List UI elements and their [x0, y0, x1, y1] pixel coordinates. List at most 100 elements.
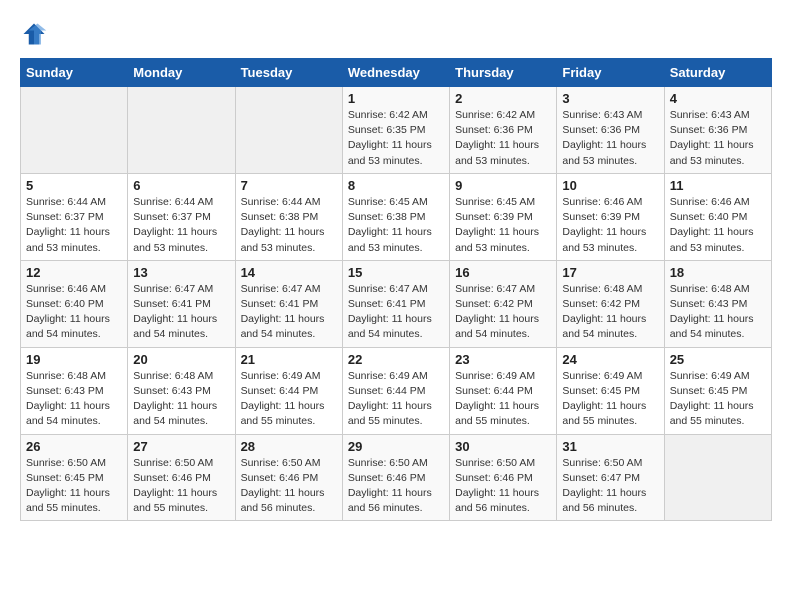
day-number: 14 [241, 265, 337, 280]
day-info: Sunrise: 6:45 AMSunset: 6:39 PMDaylight:… [455, 195, 551, 256]
day-number: 1 [348, 91, 444, 106]
calendar-week-4: 19 Sunrise: 6:48 AMSunset: 6:43 PMDayligh… [21, 347, 772, 434]
day-number: 11 [670, 178, 766, 193]
calendar-cell: 11Sunrise: 6:46 AMSunset: 6:40 PMDayligh… [664, 173, 771, 260]
day-number: 8 [348, 178, 444, 193]
day-number: 5 [26, 178, 122, 193]
day-number: 20 [133, 352, 229, 367]
weekday-header-monday: Monday [128, 59, 235, 87]
day-info: Sunrise: 6:49 AMSunset: 6:45 PMDaylight:… [670, 369, 766, 430]
day-info: Sunrise: 6:50 AMSunset: 6:45 PMDaylight:… [26, 456, 122, 517]
day-info: Sunrise: 6:47 AMSunset: 6:41 PMDaylight:… [241, 282, 337, 343]
calendar-cell: 30Sunrise: 6:50 AMSunset: 6:46 PMDayligh… [450, 434, 557, 521]
calendar-week-1: 1 Sunrise: 6:42 AMSunset: 6:35 PMDaylight… [21, 87, 772, 174]
calendar-cell: 20 Sunrise: 6:48 AMSunset: 6:43 PMDayligh… [128, 347, 235, 434]
day-info: Sunrise: 6:44 AMSunset: 6:37 PMDaylight:… [133, 195, 229, 256]
day-number: 22 [348, 352, 444, 367]
day-number: 26 [26, 439, 122, 454]
calendar-cell: 7 Sunrise: 6:44 AMSunset: 6:38 PMDaylight… [235, 173, 342, 260]
day-info: Sunrise: 6:50 AMSunset: 6:46 PMDaylight:… [455, 456, 551, 517]
day-info: Sunrise: 6:44 AMSunset: 6:37 PMDaylight:… [26, 195, 122, 256]
day-number: 4 [670, 91, 766, 106]
calendar-cell: 4 Sunrise: 6:43 AMSunset: 6:36 PMDaylight… [664, 87, 771, 174]
calendar-cell [664, 434, 771, 521]
calendar-cell: 6 Sunrise: 6:44 AMSunset: 6:37 PMDaylight… [128, 173, 235, 260]
weekday-header-wednesday: Wednesday [342, 59, 449, 87]
day-info: Sunrise: 6:48 AMSunset: 6:42 PMDaylight:… [562, 282, 658, 343]
calendar-cell: 8 Sunrise: 6:45 AMSunset: 6:38 PMDaylight… [342, 173, 449, 260]
calendar-cell: 22 Sunrise: 6:49 AMSunset: 6:44 PMDayligh… [342, 347, 449, 434]
day-info: Sunrise: 6:50 AMSunset: 6:46 PMDaylight:… [241, 456, 337, 517]
day-info: Sunrise: 6:43 AMSunset: 6:36 PMDaylight:… [562, 108, 658, 169]
day-info: Sunrise: 6:47 AMSunset: 6:42 PMDaylight:… [455, 282, 551, 343]
day-info: Sunrise: 6:46 AMSunset: 6:39 PMDaylight:… [562, 195, 658, 256]
day-number: 21 [241, 352, 337, 367]
calendar-cell: 18 Sunrise: 6:48 AMSunset: 6:43 PMDayligh… [664, 260, 771, 347]
weekday-header-sunday: Sunday [21, 59, 128, 87]
day-number: 18 [670, 265, 766, 280]
day-info: Sunrise: 6:48 AMSunset: 6:43 PMDaylight:… [133, 369, 229, 430]
calendar-cell: 31Sunrise: 6:50 AMSunset: 6:47 PMDayligh… [557, 434, 664, 521]
weekday-header-thursday: Thursday [450, 59, 557, 87]
day-number: 16 [455, 265, 551, 280]
logo-icon [20, 20, 48, 48]
calendar-table: SundayMondayTuesdayWednesdayThursdayFrid… [20, 58, 772, 521]
calendar-cell [235, 87, 342, 174]
day-number: 6 [133, 178, 229, 193]
calendar-cell [21, 87, 128, 174]
day-info: Sunrise: 6:47 AMSunset: 6:41 PMDaylight:… [133, 282, 229, 343]
day-number: 12 [26, 265, 122, 280]
calendar-cell: 9 Sunrise: 6:45 AMSunset: 6:39 PMDaylight… [450, 173, 557, 260]
day-number: 9 [455, 178, 551, 193]
day-info: Sunrise: 6:45 AMSunset: 6:38 PMDaylight:… [348, 195, 444, 256]
day-number: 19 [26, 352, 122, 367]
calendar-cell: 26 Sunrise: 6:50 AMSunset: 6:45 PMDayligh… [21, 434, 128, 521]
day-info: Sunrise: 6:49 AMSunset: 6:44 PMDaylight:… [348, 369, 444, 430]
day-info: Sunrise: 6:42 AMSunset: 6:35 PMDaylight:… [348, 108, 444, 169]
weekday-header-saturday: Saturday [664, 59, 771, 87]
calendar-body: 1 Sunrise: 6:42 AMSunset: 6:35 PMDaylight… [21, 87, 772, 521]
weekday-header-friday: Friday [557, 59, 664, 87]
day-info: Sunrise: 6:49 AMSunset: 6:44 PMDaylight:… [241, 369, 337, 430]
day-info: Sunrise: 6:46 AMSunset: 6:40 PMDaylight:… [26, 282, 122, 343]
logo [20, 20, 52, 48]
day-info: Sunrise: 6:48 AMSunset: 6:43 PMDaylight:… [26, 369, 122, 430]
calendar-cell: 14 Sunrise: 6:47 AMSunset: 6:41 PMDayligh… [235, 260, 342, 347]
day-info: Sunrise: 6:43 AMSunset: 6:36 PMDaylight:… [670, 108, 766, 169]
day-number: 29 [348, 439, 444, 454]
day-info: Sunrise: 6:49 AMSunset: 6:45 PMDaylight:… [562, 369, 658, 430]
calendar-cell [128, 87, 235, 174]
calendar-cell: 10 Sunrise: 6:46 AMSunset: 6:39 PMDayligh… [557, 173, 664, 260]
day-info: Sunrise: 6:50 AMSunset: 6:46 PMDaylight:… [348, 456, 444, 517]
calendar-cell: 28Sunrise: 6:50 AMSunset: 6:46 PMDayligh… [235, 434, 342, 521]
calendar-week-2: 5 Sunrise: 6:44 AMSunset: 6:37 PMDaylight… [21, 173, 772, 260]
day-number: 15 [348, 265, 444, 280]
calendar-cell: 5 Sunrise: 6:44 AMSunset: 6:37 PMDaylight… [21, 173, 128, 260]
calendar-cell: 1 Sunrise: 6:42 AMSunset: 6:35 PMDaylight… [342, 87, 449, 174]
weekday-header-tuesday: Tuesday [235, 59, 342, 87]
page-header [20, 20, 772, 48]
day-info: Sunrise: 6:47 AMSunset: 6:41 PMDaylight:… [348, 282, 444, 343]
day-number: 10 [562, 178, 658, 193]
day-number: 23 [455, 352, 551, 367]
calendar-cell: 16 Sunrise: 6:47 AMSunset: 6:42 PMDayligh… [450, 260, 557, 347]
day-info: Sunrise: 6:44 AMSunset: 6:38 PMDaylight:… [241, 195, 337, 256]
day-number: 17 [562, 265, 658, 280]
day-number: 2 [455, 91, 551, 106]
calendar-cell: 29 Sunrise: 6:50 AMSunset: 6:46 PMDayligh… [342, 434, 449, 521]
calendar-cell: 27Sunrise: 6:50 AMSunset: 6:46 PMDayligh… [128, 434, 235, 521]
day-info: Sunrise: 6:48 AMSunset: 6:43 PMDaylight:… [670, 282, 766, 343]
day-number: 3 [562, 91, 658, 106]
calendar-cell: 23Sunrise: 6:49 AMSunset: 6:44 PMDayligh… [450, 347, 557, 434]
calendar-cell: 3 Sunrise: 6:43 AMSunset: 6:36 PMDaylight… [557, 87, 664, 174]
calendar-cell: 21 Sunrise: 6:49 AMSunset: 6:44 PMDayligh… [235, 347, 342, 434]
day-number: 13 [133, 265, 229, 280]
day-info: Sunrise: 6:50 AMSunset: 6:47 PMDaylight:… [562, 456, 658, 517]
day-info: Sunrise: 6:50 AMSunset: 6:46 PMDaylight:… [133, 456, 229, 517]
day-info: Sunrise: 6:42 AMSunset: 6:36 PMDaylight:… [455, 108, 551, 169]
calendar-week-3: 12 Sunrise: 6:46 AMSunset: 6:40 PMDayligh… [21, 260, 772, 347]
calendar-cell: 19 Sunrise: 6:48 AMSunset: 6:43 PMDayligh… [21, 347, 128, 434]
calendar-cell: 13 Sunrise: 6:47 AMSunset: 6:41 PMDayligh… [128, 260, 235, 347]
calendar-cell: 25Sunrise: 6:49 AMSunset: 6:45 PMDayligh… [664, 347, 771, 434]
day-number: 7 [241, 178, 337, 193]
